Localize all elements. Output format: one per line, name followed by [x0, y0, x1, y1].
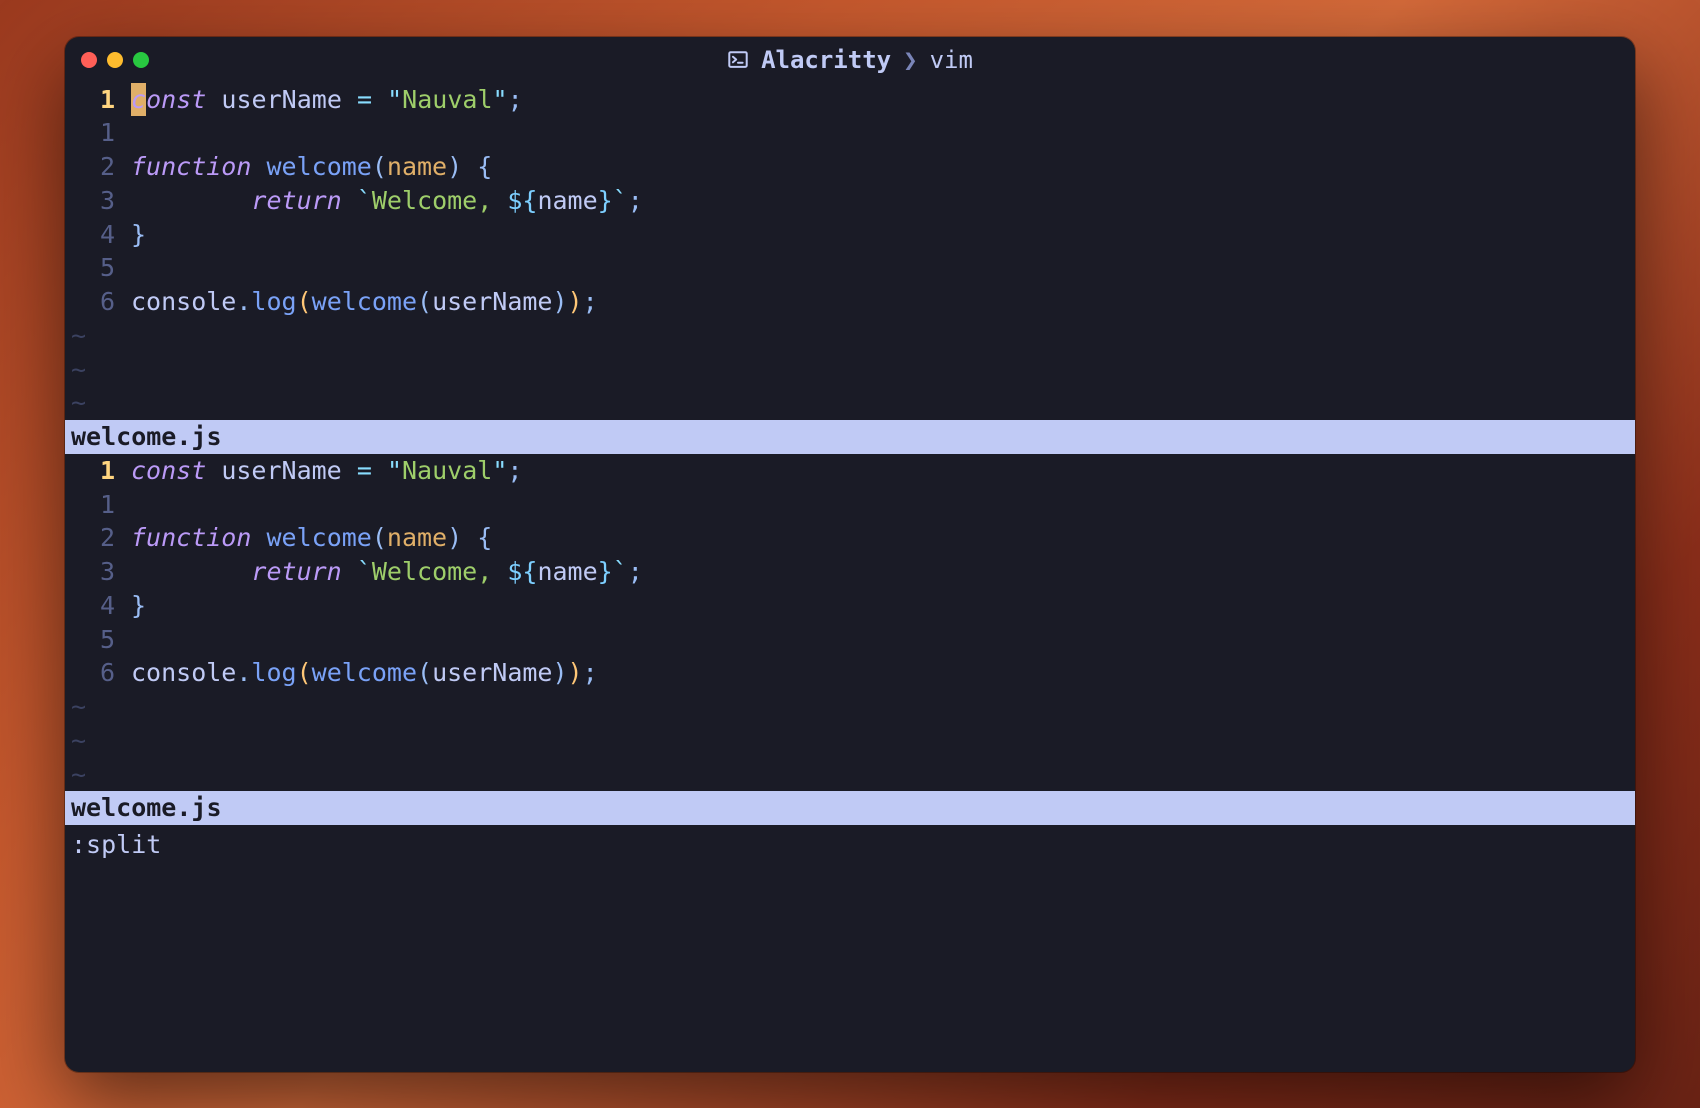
line-number-relative: 2	[65, 521, 121, 555]
code-line[interactable]: }	[121, 589, 146, 623]
code-row[interactable]: 4}	[65, 589, 1635, 623]
code-line[interactable]: const userName = "Nauval";	[121, 83, 523, 117]
code-row[interactable]: 2function welcome(name) {	[65, 521, 1635, 555]
line-number-relative: 5	[65, 251, 121, 285]
code-row[interactable]: 1const userName = "Nauval";	[65, 83, 1635, 117]
cursor: c	[131, 83, 146, 117]
code-row[interactable]: 1const userName = "Nauval";	[65, 454, 1635, 488]
code-line[interactable]: }	[121, 218, 146, 252]
code-line[interactable]: function welcome(name) {	[121, 521, 492, 555]
code-row[interactable]: 2function welcome(name) {	[65, 150, 1635, 184]
title-process: vim	[930, 46, 973, 74]
code-row[interactable]: 3 return `Welcome, ${name}`;	[65, 555, 1635, 589]
code-line[interactable]: function welcome(name) {	[121, 150, 492, 184]
terminal-window: Alacritty ❯ vim 1const userName = "Nauva…	[65, 37, 1635, 1072]
empty-line-tilde: ~	[65, 319, 1635, 353]
code-row[interactable]: 1	[65, 116, 1635, 150]
title-separator: ❯	[903, 46, 917, 74]
statusbar-filename: welcome.js	[65, 791, 1635, 825]
code-line[interactable]: console.log(welcome(userName));	[121, 285, 598, 319]
code-row[interactable]: 4}	[65, 218, 1635, 252]
window-title: Alacritty ❯ vim	[65, 46, 1635, 74]
zoom-button[interactable]	[133, 52, 149, 68]
code-line[interactable]: return `Welcome, ${name}`;	[121, 555, 643, 589]
code-line[interactable]	[121, 488, 131, 522]
line-number-relative: 1	[65, 116, 121, 150]
close-button[interactable]	[81, 52, 97, 68]
traffic-lights	[81, 52, 149, 68]
title-app: Alacritty	[761, 46, 891, 74]
code-line[interactable]: console.log(welcome(userName));	[121, 656, 598, 690]
line-number-current: 1	[65, 83, 121, 117]
code-row[interactable]: 3 return `Welcome, ${name}`;	[65, 184, 1635, 218]
line-number-relative: 5	[65, 623, 121, 657]
editor[interactable]: 1const userName = "Nauval";12function we…	[65, 83, 1635, 1072]
line-number-relative: 6	[65, 285, 121, 319]
line-number-relative: 3	[65, 184, 121, 218]
line-number-relative: 2	[65, 150, 121, 184]
empty-line-tilde: ~	[65, 386, 1635, 420]
code-line[interactable]: return `Welcome, ${name}`;	[121, 184, 643, 218]
line-number-relative: 3	[65, 555, 121, 589]
empty-line-tilde: ~	[65, 724, 1635, 758]
code-row[interactable]: 5	[65, 623, 1635, 657]
code-row[interactable]: 6console.log(welcome(userName));	[65, 656, 1635, 690]
minimize-button[interactable]	[107, 52, 123, 68]
statusbar-filename: welcome.js	[65, 420, 1635, 454]
command-line[interactable]: :split	[65, 825, 1635, 865]
code-area[interactable]: 1const userName = "Nauval";12function we…	[65, 454, 1635, 792]
line-number-relative: 4	[65, 218, 121, 252]
code-line[interactable]: const userName = "Nauval";	[121, 454, 522, 488]
line-number-relative: 4	[65, 589, 121, 623]
code-line[interactable]	[121, 623, 131, 657]
terminal-icon	[727, 49, 749, 71]
line-number-relative: 1	[65, 488, 121, 522]
empty-line-tilde: ~	[65, 353, 1635, 387]
code-area[interactable]: 1const userName = "Nauval";12function we…	[65, 83, 1635, 421]
code-line[interactable]	[121, 116, 131, 150]
titlebar: Alacritty ❯ vim	[65, 37, 1635, 83]
split-pane[interactable]: 1const userName = "Nauval";12function we…	[65, 454, 1635, 825]
code-row[interactable]: 6console.log(welcome(userName));	[65, 285, 1635, 319]
code-row[interactable]: 1	[65, 488, 1635, 522]
line-number-current: 1	[65, 454, 121, 488]
split-pane-active[interactable]: 1const userName = "Nauval";12function we…	[65, 83, 1635, 454]
empty-line-tilde: ~	[65, 758, 1635, 792]
code-line[interactable]	[121, 251, 131, 285]
code-row[interactable]: 5	[65, 251, 1635, 285]
empty-line-tilde: ~	[65, 690, 1635, 724]
line-number-relative: 6	[65, 656, 121, 690]
